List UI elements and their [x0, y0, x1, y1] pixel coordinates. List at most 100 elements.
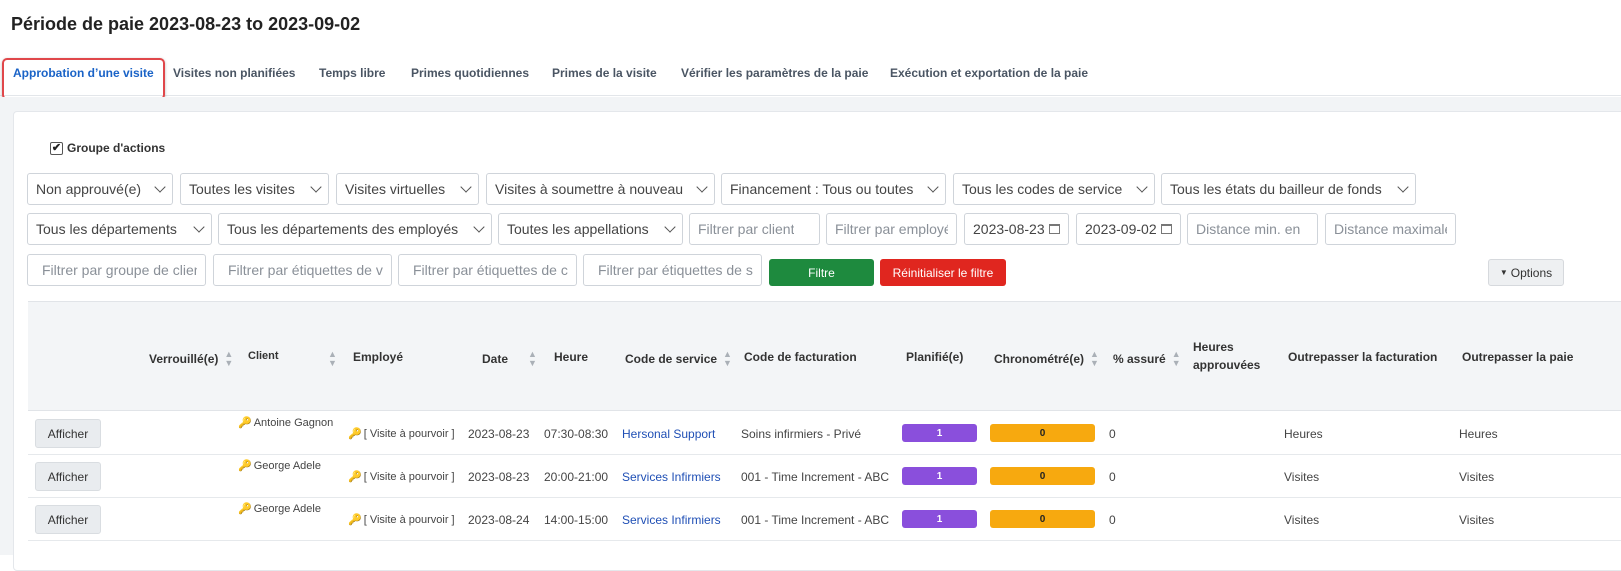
column-header-date[interactable]: Date ▲ ▼	[482, 350, 537, 368]
tab-unscheduled-visits[interactable]: Visites non planifiées	[173, 66, 295, 80]
group-actions-label: Groupe d'actions	[67, 141, 166, 155]
active-tab-highlight	[2, 58, 165, 100]
chevron-down-icon	[1397, 181, 1409, 193]
calendar-icon[interactable]	[1161, 224, 1172, 234]
time-cell: 20:00-21:00	[544, 470, 609, 484]
date-cell: 2023-08-23	[468, 470, 530, 484]
resubmit-visits-select[interactable]: Visites à soumettre à nouveau	[486, 173, 715, 205]
departments-select[interactable]: Tous les départements	[27, 213, 212, 245]
service-codes-value: Tous les codes de service	[962, 181, 1123, 197]
visit-tags-filter-input[interactable]: Filtrer par étiquettes de visite	[213, 254, 392, 286]
virtual-visits-select[interactable]: Visites virtuelles	[336, 173, 479, 205]
client-cell[interactable]: 🔑 George Adele	[238, 459, 321, 472]
key-icon: 🔑	[348, 514, 362, 526]
funding-value: Financement : Tous ou toutes	[730, 181, 914, 197]
column-header-approved-hours[interactable]: Heures approuvées	[1193, 340, 1260, 372]
sort-icon[interactable]: ▲ ▼	[528, 350, 537, 368]
client-filter-input[interactable]: Filtrer par client	[689, 213, 820, 245]
tab-free-time[interactable]: Temps libre	[319, 66, 385, 80]
timed-badge: 0	[990, 424, 1095, 442]
page-title: Période de paie 2023-08-23 to 2023-09-02	[11, 14, 361, 34]
client-cell[interactable]: 🔑 Antoine Gagnon	[238, 416, 333, 429]
service-code-link[interactable]: Services Infirmiers	[622, 470, 721, 484]
employee-departments-select[interactable]: Tous les départements des employés	[218, 213, 492, 245]
billing-code-cell: 001 - Time Increment - ABC	[741, 513, 890, 527]
view-button[interactable]: Afficher	[35, 505, 101, 534]
sort-icon[interactable]: ▲ ▼	[1090, 350, 1099, 368]
sort-icon[interactable]: ▲ ▼	[1172, 350, 1181, 368]
column-header-client[interactable]: Client	[248, 350, 279, 362]
chevron-down-icon	[927, 181, 939, 193]
chevron-down-icon	[696, 181, 708, 193]
client-tags-filter-placeholder: Filtrer par étiquettes de client	[413, 262, 568, 278]
insured-cell: 0	[1109, 513, 1116, 527]
start-date-input[interactable]: 2023-08-23	[964, 213, 1069, 245]
column-header-billing-override[interactable]: Outrepasser la facturation	[1288, 350, 1437, 364]
distance-min-input[interactable]: Distance min. en	[1187, 213, 1318, 245]
job-titles-value: Toutes les appellations	[507, 221, 649, 237]
sort-icon[interactable]: ▲ ▼	[224, 350, 233, 368]
key-icon: 🔑	[238, 503, 252, 515]
distance-min-placeholder: Distance min. en	[1196, 221, 1301, 237]
departments-value: Tous les départements	[36, 221, 177, 237]
sort-icon[interactable]: ▲ ▼	[723, 350, 732, 368]
client-tags-filter-input[interactable]: Filtrer par étiquettes de client	[398, 254, 577, 286]
employee-cell[interactable]: 🔑[ Visite à pourvoir ]	[348, 470, 455, 483]
column-header-service-code[interactable]: Code de service ▲ ▼	[625, 350, 732, 368]
tab-verify-pay-settings[interactable]: Vérifier les paramètres de la paie	[681, 66, 868, 80]
distance-max-placeholder: Distance maximale	[1334, 221, 1447, 237]
group-actions-checkbox[interactable]: ✔	[50, 141, 63, 155]
column-header-insured[interactable]: % assuré ▲ ▼	[1113, 350, 1181, 368]
service-code-link[interactable]: Hersonal Support	[622, 427, 715, 441]
funder-states-select[interactable]: Tous les états du bailleur de fonds	[1161, 173, 1416, 205]
column-header-employee[interactable]: Employé	[353, 350, 403, 364]
table-row: Afficher 🔑 Antoine Gagnon 🔑[ Visite à pou…	[28, 412, 1621, 455]
group-actions-toggle[interactable]: ✔ Groupe d'actions	[50, 141, 165, 155]
tab-visit-bonuses[interactable]: Primes de la visite	[552, 66, 657, 80]
time-cell: 14:00-15:00	[544, 513, 609, 527]
column-header-planned[interactable]: Planifié(e)	[906, 350, 963, 364]
visits-select[interactable]: Toutes les visites	[180, 173, 329, 205]
tab-daily-bonuses[interactable]: Primes quotidiennes	[411, 66, 529, 80]
service-code-link[interactable]: Services Infirmiers	[622, 513, 721, 527]
pay-override-cell: Visites	[1459, 470, 1495, 484]
calendar-icon[interactable]	[1049, 224, 1060, 234]
service-tags-filter-input[interactable]: Filtrer par étiquettes de service	[583, 254, 762, 286]
reset-filter-button[interactable]: Réinitialiser le filtre	[880, 259, 1006, 286]
client-filter-placeholder: Filtrer par client	[698, 221, 795, 237]
job-titles-select[interactable]: Toutes les appellations	[498, 213, 683, 245]
column-header-locked[interactable]: Verrouillé(e) ▲ ▼	[149, 350, 233, 368]
service-codes-select[interactable]: Tous les codes de service	[953, 173, 1155, 205]
funding-select[interactable]: Financement : Tous ou toutes	[721, 173, 946, 205]
employee-cell[interactable]: 🔑[ Visite à pourvoir ]	[348, 427, 455, 440]
client-group-filter-input[interactable]: Filtrer par groupe de client	[27, 254, 206, 286]
employee-cell[interactable]: 🔑[ Visite à pourvoir ]	[348, 513, 455, 526]
time-cell: 07:30-08:30	[544, 427, 609, 441]
client-group-filter-placeholder: Filtrer par groupe de client	[42, 262, 197, 278]
view-button[interactable]: Afficher	[35, 462, 101, 491]
client-cell[interactable]: 🔑 George Adele	[238, 502, 321, 515]
timed-badge: 0	[990, 510, 1095, 528]
options-button[interactable]: ▼ Options	[1488, 259, 1564, 286]
chevron-down-icon	[193, 221, 205, 233]
tab-run-export-pay[interactable]: Exécution et exportation de la paie	[890, 66, 1088, 80]
key-icon: 🔑	[238, 460, 252, 472]
chevron-down-icon	[1136, 181, 1148, 193]
date-cell: 2023-08-23	[468, 427, 530, 441]
billing-override-cell: Visites	[1284, 513, 1320, 527]
end-date-input[interactable]: 2023-09-02	[1076, 213, 1181, 245]
column-header-pay-override[interactable]: Outrepasser la paie	[1462, 350, 1573, 364]
column-header-billing-code[interactable]: Code de facturation	[744, 350, 857, 364]
column-header-timed[interactable]: Chronométré(e) ▲ ▼	[994, 350, 1099, 368]
distance-max-input[interactable]: Distance maximale	[1325, 213, 1456, 245]
filter-button[interactable]: Filtre	[769, 259, 874, 286]
tab-bar: Approbation d’une visite Visites non pla…	[0, 58, 1621, 96]
insured-cell: 0	[1109, 427, 1116, 441]
pay-override-cell: Heures	[1459, 427, 1498, 441]
sort-icon[interactable]: ▲ ▼	[328, 350, 337, 368]
view-button[interactable]: Afficher	[35, 419, 101, 448]
approval-status-select[interactable]: Non approuvé(e)	[27, 173, 173, 205]
employee-filter-input[interactable]: Filtrer par employé	[826, 213, 957, 245]
column-header-time[interactable]: Heure	[554, 350, 588, 364]
resubmit-visits-value: Visites à soumettre à nouveau	[495, 181, 684, 197]
